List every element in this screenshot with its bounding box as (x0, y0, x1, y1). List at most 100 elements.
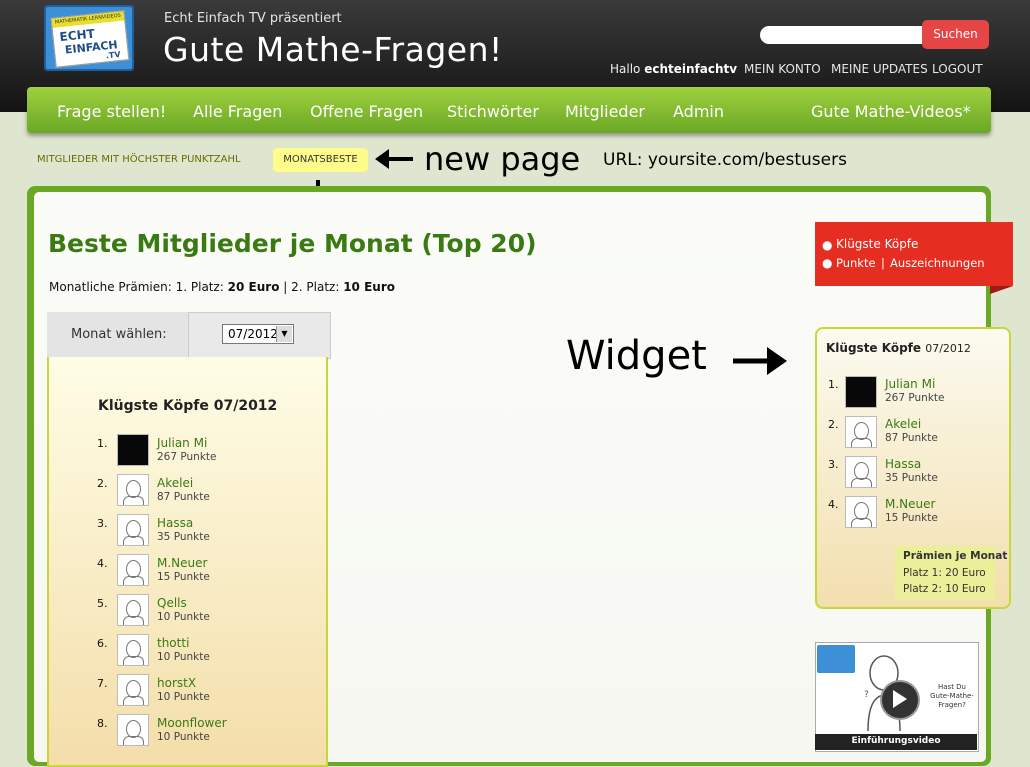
member-name-link[interactable]: Akelei (885, 417, 921, 431)
nav-ask-question[interactable]: Frage stellen! (57, 102, 166, 121)
rank-number: 2. (828, 418, 839, 431)
prize-second: 10 Euro (343, 280, 395, 294)
annotation-url: URL: yoursite.com/bestusers (603, 150, 847, 170)
rank-number: 1. (97, 437, 108, 450)
search-button[interactable]: Suchen (922, 20, 989, 49)
leaderboard-row: 2. Akelei 87 Punkte (97, 474, 297, 508)
avatar-body (123, 496, 144, 505)
logo-text-3: .TV (105, 49, 121, 61)
user-avatar[interactable] (117, 554, 149, 586)
user-avatar[interactable] (117, 714, 149, 746)
member-name-link[interactable]: Julian Mi (885, 377, 935, 391)
logout-link[interactable]: LOGOUT (932, 62, 983, 76)
rank-number: 2. (97, 477, 108, 490)
prize-first: 20 Euro (227, 280, 280, 294)
nav-math-videos[interactable]: Gute Mathe-Videos* (811, 102, 971, 121)
annotation-widget: Widget (566, 333, 707, 379)
user-avatar[interactable] (117, 434, 149, 466)
member-name-link[interactable]: Qells (157, 596, 187, 610)
bullet-icon: ● (822, 256, 833, 270)
user-avatar[interactable] (117, 674, 149, 706)
username-link[interactable]: echteinfachtv (644, 62, 737, 76)
user-avatar[interactable] (845, 416, 877, 448)
site-logo[interactable]: MATHEMATIK LERNVIDEOS ECHT EINFACH .TV (44, 5, 134, 71)
site-presents: Echt Einfach TV präsentiert (164, 11, 342, 26)
leaderboard-row: 5. Qells 10 Punkte (97, 594, 297, 628)
subnav-top-members[interactable]: MITGLIEDER MIT HÖCHSTER PUNKTZAHL (37, 154, 241, 165)
search-input[interactable] (760, 26, 932, 44)
member-name-link[interactable]: thotti (157, 636, 189, 650)
avatar-body (851, 518, 872, 527)
member-points: 10 Punkte (157, 651, 210, 663)
nav-members[interactable]: Mitglieder (565, 102, 645, 121)
member-name-link[interactable]: Hassa (885, 457, 921, 471)
avatar-body (123, 616, 144, 625)
month-select[interactable]: 07/2012 ▼ (222, 324, 294, 344)
user-avatar[interactable] (845, 456, 877, 488)
user-avatar[interactable] (117, 514, 149, 546)
member-name-link[interactable]: Moonflower (157, 716, 227, 730)
logo-banner: MATHEMATIK LERNVIDEOS (51, 11, 125, 28)
monthly-prizes: Monatliche Prämien: 1. Platz: 20 Euro | … (49, 280, 395, 294)
user-avatar[interactable] (845, 496, 877, 528)
user-avatar[interactable] (117, 594, 149, 626)
member-points: 267 Punkte (157, 451, 217, 463)
nav-admin[interactable]: Admin (673, 102, 724, 121)
widget-row: 1. Julian Mi 267 Punkte (828, 376, 978, 408)
widget-prize-1: Platz 1: 20 Euro (903, 567, 986, 579)
member-points: 10 Punkte (157, 731, 210, 743)
leaderboard-row: 3. Hassa 35 Punkte (97, 514, 297, 548)
site-title[interactable]: Gute Mathe-Fragen! (163, 30, 503, 69)
avatar-body (123, 536, 144, 545)
member-name-link[interactable]: horstX (157, 676, 196, 690)
member-points: 10 Punkte (157, 611, 210, 623)
sidebar-link-awards[interactable]: Auszeichnungen (890, 256, 985, 270)
member-name-link[interactable]: Akelei (157, 476, 193, 490)
member-name-link[interactable]: M.Neuer (885, 497, 935, 511)
member-points: 35 Punkte (885, 472, 938, 484)
member-points: 267 Punkte (885, 392, 945, 404)
avatar-body (851, 438, 872, 447)
my-account-link[interactable]: MEIN KONTO (744, 62, 821, 76)
chevron-down-icon[interactable]: ▼ (276, 326, 292, 342)
annotation-arrow-right-icon (733, 347, 787, 375)
video-logo (817, 645, 855, 673)
nav-open-questions[interactable]: Offene Fragen (310, 102, 423, 121)
annotation-arrow-left-icon (375, 149, 413, 169)
nav-tags[interactable]: Stichwörter (447, 102, 539, 121)
member-points: 15 Punkte (157, 571, 210, 583)
sidebar-red-tab: ● Klügste Köpfe ● Punkte | Auszeichnunge… (815, 222, 1013, 286)
avatar-body (123, 656, 144, 665)
bullet-icon: ● (822, 238, 833, 252)
member-points: 35 Punkte (157, 531, 210, 543)
sidebar-link-separator: | (881, 256, 885, 270)
rank-number: 7. (97, 677, 108, 690)
month-select-value: 07/2012 (228, 327, 278, 341)
rank-number: 3. (828, 458, 839, 471)
video-question: Hast Du Gute-Mathe-Fragen? (930, 683, 974, 709)
nav-all-questions[interactable]: Alle Fragen (193, 102, 282, 121)
member-name-link[interactable]: Hassa (157, 516, 193, 530)
svg-text:?: ? (864, 690, 869, 700)
leaderboard-row: 8. Moonflower 10 Punkte (97, 714, 297, 748)
sidebar-tab-fold (990, 286, 1013, 294)
user-avatar[interactable] (117, 634, 149, 666)
member-name-link[interactable]: Julian Mi (157, 436, 207, 450)
sidebar-link-smartest[interactable]: Klügste Köpfe (836, 237, 918, 251)
my-updates-link[interactable]: MEINE UPDATES (831, 62, 928, 76)
member-points: 87 Punkte (885, 432, 938, 444)
rank-number: 5. (97, 597, 108, 610)
sidebar-link-points[interactable]: Punkte (836, 256, 876, 270)
rank-number: 1. (828, 378, 839, 391)
prizes-prefix: Monatliche Prämien: 1. Platz: (49, 280, 224, 294)
user-avatar[interactable] (117, 474, 149, 506)
subnav-monthly-best[interactable]: MONATSBESTE (273, 148, 368, 172)
member-name-link[interactable]: M.Neuer (157, 556, 207, 570)
leaderboard-row: 7. horstX 10 Punkte (97, 674, 297, 708)
leaderboard-title: Klügste Köpfe 07/2012 (98, 398, 278, 414)
avatar-body (851, 478, 872, 487)
user-avatar[interactable] (845, 376, 877, 408)
widget-month: 07/2012 (925, 342, 971, 355)
member-points: 10 Punkte (157, 691, 210, 703)
play-icon (893, 690, 907, 708)
